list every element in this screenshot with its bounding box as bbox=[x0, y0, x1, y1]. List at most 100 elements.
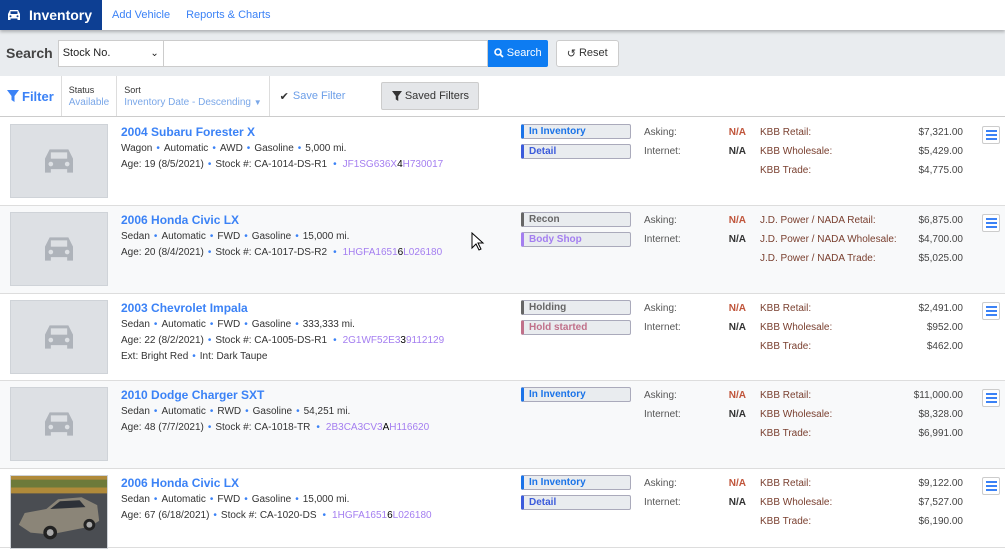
car-placeholder-icon bbox=[45, 149, 73, 173]
separator-dot: • bbox=[244, 494, 248, 505]
separator-dot: • bbox=[153, 231, 158, 242]
spec: Sedan bbox=[121, 319, 150, 330]
row-menu-button[interactable] bbox=[982, 214, 1000, 232]
valuation-amount: $6,875.00 bbox=[918, 215, 964, 226]
status-badge[interactable]: Hold started bbox=[521, 320, 631, 335]
vehicle-specs: Sedan • Automatic • FWD • Gasoline • 333,333 mi. bbox=[121, 319, 355, 330]
row-menu-button[interactable] bbox=[982, 477, 1000, 495]
asking-price: N/A bbox=[728, 127, 746, 138]
valuation-label: KBB Retail: bbox=[760, 303, 812, 314]
status-badge[interactable]: In Inventory bbox=[521, 475, 631, 490]
vehicle-thumbnail[interactable] bbox=[10, 387, 108, 461]
status-badge[interactable]: Detail bbox=[521, 495, 631, 510]
vehicle-thumbnail[interactable] bbox=[10, 475, 108, 549]
status-filter[interactable]: Status Available bbox=[62, 76, 118, 116]
spec: Automatic bbox=[161, 319, 206, 330]
status-badge[interactable]: Body Shop bbox=[521, 232, 631, 247]
vehicle-age: Age: 48 (7/7/2021) bbox=[121, 422, 204, 433]
separator-dot: • bbox=[246, 143, 251, 154]
nav-add-vehicle[interactable]: Add Vehicle bbox=[112, 9, 170, 21]
nav-reports-charts[interactable]: Reports & Charts bbox=[186, 9, 270, 21]
hamburger-icon bbox=[985, 306, 997, 308]
reset-button[interactable]: ↺ Reset bbox=[555, 39, 619, 67]
separator-dot: • bbox=[333, 335, 337, 346]
save-filter-button[interactable]: ✔ Save Filter bbox=[270, 90, 356, 103]
vin-link[interactable]: 1HGFA16516L026180 bbox=[343, 247, 443, 258]
valuation-amount: $4,700.00 bbox=[918, 234, 964, 245]
search-icon bbox=[493, 48, 504, 58]
separator-dot: • bbox=[207, 335, 212, 346]
nav-inventory[interactable]: Inventory bbox=[0, 0, 102, 30]
row-menu-button[interactable] bbox=[982, 389, 1000, 407]
filter-toggle[interactable]: Filter bbox=[0, 76, 62, 116]
vin-prefix: JF1SG636X bbox=[342, 159, 398, 170]
separator-dot: • bbox=[333, 247, 337, 258]
status-badge[interactable]: In Inventory bbox=[521, 387, 631, 402]
vin-link[interactable]: 2B3CA3CV3AH116620 bbox=[326, 422, 429, 433]
stock-number: Stock #: CA-1017-DS-R2 bbox=[215, 247, 328, 258]
status-badge[interactable]: Recon bbox=[521, 212, 631, 227]
valuation-label: KBB Retail: bbox=[760, 127, 812, 138]
valuation-label: KBB Wholesale: bbox=[760, 497, 833, 508]
vin-link[interactable]: 2G1WF52E339112129 bbox=[343, 335, 445, 346]
vin-suffix: H116620 bbox=[389, 422, 430, 433]
spec: RWD bbox=[217, 406, 242, 417]
nav-inventory-label: Inventory bbox=[29, 7, 93, 23]
vin-link[interactable]: 1HGFA16516L026180 bbox=[332, 510, 432, 521]
vehicle-title-link[interactable]: 2006 Honda Civic LX bbox=[121, 213, 239, 227]
stock-number: Stock #: CA-1005-DS-R1 bbox=[215, 335, 328, 346]
vehicle-title-link[interactable]: 2003 Chevrolet Impala bbox=[121, 301, 248, 315]
vehicle-thumbnail[interactable] bbox=[10, 212, 108, 286]
row-menu-button[interactable] bbox=[982, 126, 1000, 144]
valuation-label: KBB Trade: bbox=[760, 341, 812, 352]
search-button[interactable]: Search bbox=[487, 39, 548, 67]
vehicle-title-link[interactable]: 2010 Dodge Charger SXT bbox=[121, 388, 264, 402]
spec: 333,333 mi. bbox=[302, 319, 355, 330]
status-badge[interactable]: Holding bbox=[521, 300, 631, 315]
vin-suffix: L026180 bbox=[392, 510, 432, 521]
internet-price: N/A bbox=[728, 497, 746, 508]
sort-value: Inventory Date - Descending bbox=[124, 96, 251, 108]
asking-label: Asking: bbox=[644, 303, 677, 314]
internet-price: N/A bbox=[728, 146, 746, 157]
vehicle-age: Age: 19 (8/5/2021) bbox=[121, 159, 204, 170]
filter-icon bbox=[7, 90, 19, 102]
valuation-amount: $462.00 bbox=[926, 341, 963, 352]
vehicle-photo bbox=[11, 476, 107, 548]
sort-filter[interactable]: Sort Inventory Date - Descending ▼ bbox=[117, 76, 270, 116]
asking-price: N/A bbox=[728, 215, 746, 226]
spec: Wagon bbox=[121, 143, 153, 154]
vehicle-meta: Age: 67 (6/18/2021) • Stock #: CA-1020-DS •… bbox=[121, 510, 432, 521]
car-placeholder-icon bbox=[45, 325, 73, 349]
spec: Automatic bbox=[163, 143, 209, 154]
separator-dot: • bbox=[297, 143, 302, 154]
separator-dot: • bbox=[245, 406, 249, 417]
valuation-amount: $4,775.00 bbox=[918, 165, 964, 176]
row-menu-button[interactable] bbox=[982, 302, 1000, 320]
separator-dot: • bbox=[153, 406, 158, 417]
valuation-amount: $9,122.00 bbox=[918, 478, 964, 489]
spec: Gasoline bbox=[251, 231, 292, 242]
vehicle-thumbnail[interactable] bbox=[10, 124, 108, 198]
separator-dot: • bbox=[333, 159, 337, 170]
saved-filters-button[interactable]: Saved Filters bbox=[381, 82, 480, 110]
search-field-select[interactable]: Stock No. ⌄ bbox=[57, 39, 164, 67]
hamburger-icon-bar bbox=[985, 310, 997, 312]
internet-label: Internet: bbox=[644, 146, 681, 157]
search-label: Search bbox=[6, 45, 53, 61]
vehicle-title-link[interactable]: 2004 Subaru Forester X bbox=[121, 125, 255, 139]
car-icon bbox=[8, 10, 20, 20]
caret-down-icon: ▼ bbox=[253, 97, 262, 107]
color-info: Int: Dark Taupe bbox=[199, 351, 268, 362]
search-input[interactable] bbox=[163, 39, 488, 67]
vin-link[interactable]: JF1SG636X4H730017 bbox=[343, 159, 444, 170]
status-badge[interactable]: Detail bbox=[521, 144, 631, 159]
vehicle-thumbnail[interactable] bbox=[10, 300, 108, 374]
vehicle-title-link[interactable]: 2006 Honda Civic LX bbox=[121, 476, 239, 490]
status-badge[interactable]: In Inventory bbox=[521, 124, 631, 139]
internet-price: N/A bbox=[728, 409, 746, 420]
vehicle-meta: Age: 22 (8/2/2021) • Stock #: CA-1005-DS-R… bbox=[121, 335, 444, 346]
vehicle-age: Age: 67 (6/18/2021) bbox=[121, 510, 210, 521]
vehicle-colors: Ext: Bright Red • Int: Dark Taupe bbox=[121, 351, 267, 362]
vehicle-meta: Age: 19 (8/5/2021) • Stock #: CA-1014-DS-R… bbox=[121, 159, 443, 170]
